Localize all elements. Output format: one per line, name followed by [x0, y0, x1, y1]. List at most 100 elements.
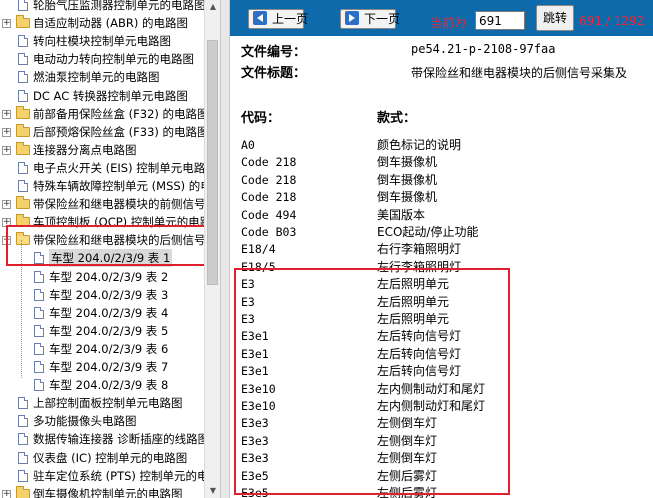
table-row: Code 494 美国版本 [230, 207, 653, 224]
document-icon [18, 415, 28, 428]
document-icon [18, 89, 28, 102]
current-page-label: 当前为 [430, 16, 467, 30]
folder-icon [16, 141, 30, 155]
prev-page-label: 上一页 [272, 12, 309, 26]
doc-title-value: 带保险丝和继电器模块的后侧信号采集及 [411, 66, 628, 80]
document-icon [34, 361, 44, 373]
model-column-header: 款式： [377, 111, 417, 126]
code-cell: Code 494 [241, 207, 297, 222]
document-icon [34, 306, 44, 319]
document-icon [34, 288, 44, 301]
go-to-page-button[interactable]: 跳转 [536, 5, 574, 31]
tree-scrollbar[interactable]: ▲ ▼ [204, 0, 220, 498]
code-cell: E18/4 [241, 242, 276, 257]
document-icon [18, 0, 28, 11]
folder-icon [16, 105, 30, 119]
document-pane: 上一页 下一页 当前为 跳转 691 / 1292 文件编号： pe54.21-… [230, 0, 653, 498]
right-arrow-icon [345, 11, 359, 25]
code-cell: Code B03 [241, 225, 297, 239]
next-page-button[interactable]: 下一页 [340, 9, 400, 29]
document-icon [18, 161, 28, 174]
left-arrow-icon [253, 11, 267, 25]
tree-item-label: 轮胎气压监测器控制单元的电路图 [33, 0, 204, 12]
tree-item-label: 仪表盘 (IC) 控制单元的电路图 [33, 450, 188, 465]
tree-item-label: 燃油泵控制单元的电路图 [33, 70, 160, 85]
code-cell: Code 218 [241, 155, 297, 170]
model-cell: ECO起动/停止功能 [377, 225, 479, 239]
doc-number-value: pe54.21-p-2108-97faa [411, 42, 556, 56]
tree-item-label: 上部控制面板控制单元电路图 [33, 396, 183, 411]
folder-icon [16, 123, 30, 137]
model-cell: 倒车摄像机 [377, 155, 438, 170]
code-cell: Code 218 [241, 190, 297, 205]
tree-item-label: 连接器分离点电路图 [33, 142, 137, 157]
document-icon [18, 53, 28, 66]
model-cell: 右行李箱照明灯 [377, 242, 462, 257]
prev-page-button[interactable]: 上一页 [248, 9, 308, 29]
document-icon [18, 433, 28, 446]
pane-splitter[interactable] [220, 0, 230, 498]
model-cell: 美国版本 [377, 207, 426, 222]
tree-item-label: 特殊车辆故障控制单元 (MSS) 的电 [33, 179, 204, 193]
model-cell: 颜色标记的说明 [377, 138, 462, 152]
next-page-label: 下一页 [364, 12, 401, 26]
document-icon [18, 451, 28, 464]
document-icon [18, 35, 28, 48]
tree-item-label: 驻车定位系统 (PTS) 控制单元的电 [33, 468, 204, 483]
tree-item-label: 电子点火开关 (EIS) 控制单元电路 [33, 160, 204, 175]
expand-icon[interactable]: + [2, 127, 11, 137]
doc-title-label: 文件标题： [241, 66, 307, 81]
document-icon [18, 71, 28, 84]
tree-item-label: 自适应制动器 (ABR) 的电路图 [33, 16, 189, 31]
code-cell: Code 218 [241, 172, 297, 187]
tree-item-label: 多功能摄像头电路图 [33, 414, 137, 429]
document-icon [34, 379, 44, 392]
tree-item-label: 车型 204.0/2/3/9 表 4 [49, 305, 169, 320]
tree-item-label: 车型 204.0/2/3/9 表 6 [49, 341, 169, 356]
document-icon [34, 324, 44, 337]
table-row: A0 颜色标记的说明 [230, 137, 653, 154]
code-column-header: 代码： [241, 111, 281, 126]
document-icon [18, 180, 28, 192]
tree-item-label: 车型 204.0/2/3/9 表 3 [49, 287, 169, 302]
tree-item-label: 倒车摄像机控制单元的电路图 [33, 486, 183, 498]
tree-item-label: 数据传输连接器 诊断插座的线路图 [33, 432, 204, 447]
code-cell: A0 [241, 138, 255, 152]
expand-icon[interactable]: + [2, 109, 11, 119]
tree-item-label: 前部备用保险丝盒 (F32) 的电路图 [33, 106, 204, 121]
folder-icon [16, 485, 30, 498]
page-counter: 691 / 1292 [579, 14, 645, 28]
expand-icon[interactable]: + [2, 489, 11, 498]
tree-item-label: 车型 204.0/2/3/9 表 2 [49, 269, 169, 284]
navigation-tree: 轮胎气压监测器控制单元的电路图 + 自适应制动器 (ABR) 的电路图 转向柱模块控制… [0, 0, 204, 498]
table-row: Code 218 倒车摄像机 [230, 172, 653, 189]
document-icon [18, 397, 28, 410]
tree-item-label: 后部预熔保险丝盒 (F33) 的电路图 [33, 124, 204, 139]
page-number-input[interactable] [475, 11, 525, 30]
table-row: Code 218 倒车摄像机 [230, 189, 653, 206]
document-icon [34, 342, 44, 355]
scroll-down-arrow-icon[interactable]: ▼ [205, 484, 221, 498]
tree-highlight-box [6, 225, 204, 266]
tree-item-label: 转向柱模块控制单元电路图 [33, 34, 171, 49]
table-row: Code 218 倒车摄像机 [230, 154, 653, 171]
tree-item-label: 车型 204.0/2/3/9 表 7 [49, 360, 169, 374]
doc-number-label: 文件编号： [241, 45, 307, 60]
scroll-up-arrow-icon[interactable]: ▲ [205, 0, 221, 14]
document-icon [34, 270, 44, 283]
content-highlight-box [234, 268, 510, 495]
expand-icon[interactable]: + [2, 145, 11, 155]
expand-icon[interactable]: + [2, 200, 11, 210]
folder-icon [16, 196, 30, 210]
model-cell: 倒车摄像机 [377, 190, 438, 205]
model-cell: 倒车摄像机 [377, 172, 438, 187]
table-row: E18/4 右行李箱照明灯 [230, 241, 653, 258]
expand-icon[interactable]: + [2, 19, 11, 29]
tree-item-label: 电动动力转向控制单元的电路图 [33, 52, 194, 67]
scroll-thumb[interactable] [207, 40, 218, 285]
document-icon [18, 469, 28, 482]
table-row: Code B03 ECO起动/停止功能 [230, 224, 653, 241]
tree-item-label: 车型 204.0/2/3/9 表 8 [49, 378, 169, 393]
folder-icon [16, 15, 30, 29]
tree-item-label: 带保险丝和继电器模块的前侧信号 [33, 197, 204, 212]
